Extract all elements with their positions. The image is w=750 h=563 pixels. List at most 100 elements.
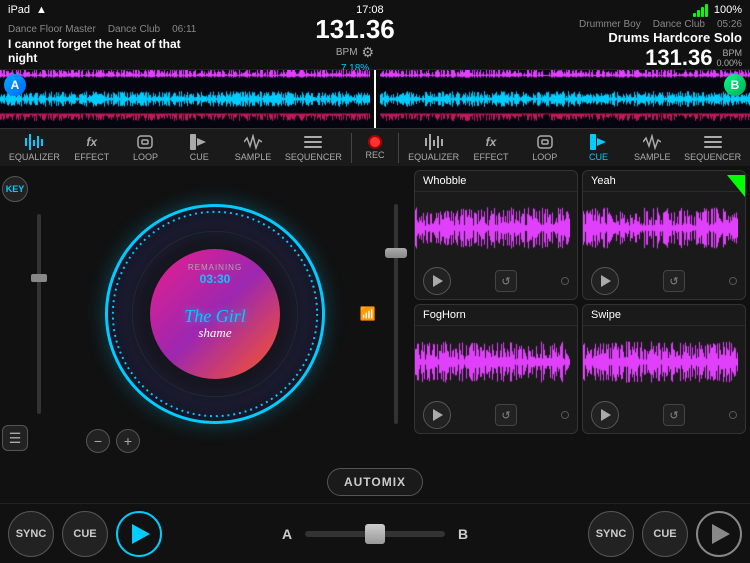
sample-pad-swipe[interactable]: Swipe ↺ (582, 304, 746, 434)
crossfader-track[interactable] (305, 531, 445, 537)
sample-loop-whobble[interactable]: ↺ (495, 270, 517, 292)
right-bpm-value: 131.36 (645, 45, 712, 71)
transport-center: A B (208, 526, 542, 542)
toolbar-loop-left[interactable]: LOOP (123, 133, 167, 162)
sample-name-foghorn: FogHorn (415, 305, 577, 326)
signal-bars (693, 3, 708, 17)
wireless-icon: 📶 (360, 306, 376, 322)
sample-play-whobble[interactable] (423, 267, 451, 295)
effect-label-right: EFFECT (473, 152, 508, 162)
sample-play-yeah[interactable] (591, 267, 619, 295)
toolbar-effect-right[interactable]: fx EFFECT (469, 133, 513, 162)
toolbar-equalizer-left[interactable]: EQUALIZER (9, 133, 60, 162)
bpm-label: BPM (336, 47, 358, 58)
play-button-right[interactable] (696, 511, 742, 557)
sample-dot-foghorn (561, 411, 569, 419)
sample-label-left: SAMPLE (235, 152, 272, 162)
sample-loop-swipe[interactable]: ↺ (663, 404, 685, 426)
loop-label-right: LOOP (532, 152, 557, 162)
sample-dot-yeah (729, 277, 737, 285)
turntable[interactable]: REMAINING 03:30 The Girl shame (105, 204, 325, 424)
minus-button[interactable]: − (86, 429, 110, 453)
toolbar-sequencer-right[interactable]: SEQUENCER (684, 133, 741, 162)
effect-icon-right: fx (481, 133, 501, 151)
toolbar-loop-right[interactable]: LOOP (523, 133, 567, 162)
sample-loop-foghorn[interactable]: ↺ (495, 404, 517, 426)
right-track-title: Drums Hardcore Solo (608, 30, 742, 45)
left-subgenre: Dance Club (108, 24, 160, 35)
settings-icon[interactable]: ⚙ (362, 44, 375, 61)
crossfader-handle[interactable] (365, 524, 385, 544)
list-button[interactable]: ☰ (2, 425, 28, 451)
turntable-area: REMAINING 03:30 The Girl shame − + 📶 (48, 166, 382, 461)
deck-badge-b: B (724, 74, 746, 96)
cue-label-right: CUE (589, 152, 608, 162)
toolbar-cue-right[interactable]: CUE (577, 133, 621, 162)
toolbar-rec[interactable]: REC (352, 135, 399, 160)
sample-pad-whobble[interactable]: Whobble ↺ (414, 170, 578, 300)
play-button-left[interactable] (116, 511, 162, 557)
toolbar-left: EQUALIZER fx EFFECT LOOP CUE SAMPLE (0, 133, 351, 162)
sample-waveform-whobble (415, 192, 577, 263)
waveform-center-line (374, 70, 376, 128)
status-right: 100% (693, 3, 742, 17)
deck-b-label: B (453, 526, 473, 542)
equalizer-icon-right (424, 133, 444, 151)
sample-loop-yeah[interactable]: ↺ (663, 270, 685, 292)
remaining-label: REMAINING (188, 263, 242, 272)
toolbar-equalizer-right[interactable]: EQUALIZER (408, 133, 459, 162)
toolbar-sample-left[interactable]: SAMPLE (231, 133, 275, 162)
battery-label: 100% (714, 4, 742, 16)
sample-pad-yeah[interactable]: Yeah ↺ (582, 170, 746, 300)
sample-play-swipe[interactable] (591, 401, 619, 429)
bar2 (697, 10, 700, 17)
wifi-icon: ▲ (36, 4, 47, 16)
deck-left: KEY ☰ REMAINING 03:30 (0, 166, 410, 461)
cue-button-right[interactable]: CUE (642, 511, 688, 557)
sequencer-label-right: SEQUENCER (684, 152, 741, 162)
sample-dot-whobble (561, 277, 569, 285)
plus-button[interactable]: + (116, 429, 140, 453)
key-button[interactable]: KEY (2, 176, 28, 202)
album-art: REMAINING 03:30 The Girl shame (150, 249, 280, 379)
toolbar-cue-left[interactable]: CUE (177, 133, 221, 162)
cue-button-left[interactable]: CUE (62, 511, 108, 557)
sample-name-whobble: Whobble (415, 171, 577, 192)
crossfader-area: A B (277, 526, 473, 542)
volume-fader-left[interactable] (30, 166, 48, 461)
toolbar: EQUALIZER fx EFFECT LOOP CUE SAMPLE (0, 128, 750, 166)
equalizer-icon-left (24, 133, 44, 151)
sampler-row-2: FogHorn ↺ Swipe (414, 304, 746, 434)
sample-pad-foghorn[interactable]: FogHorn ↺ (414, 304, 578, 434)
toolbar-right: EQUALIZER fx EFFECT LOOP CUE SAMPLE (399, 133, 750, 162)
sample-icon-right (642, 133, 662, 151)
sample-controls-whobble: ↺ (415, 263, 577, 299)
channel-fader-left[interactable] (382, 166, 410, 461)
sample-play-foghorn[interactable] (423, 401, 451, 429)
automix-button[interactable]: AUTOMIX (327, 468, 423, 496)
equalizer-label-left: EQUALIZER (9, 152, 60, 162)
device-label: iPad (8, 4, 30, 16)
toolbar-effect-left[interactable]: fx EFFECT (70, 133, 114, 162)
sample-wave-canvas-foghorn (415, 337, 570, 387)
sequencer-icon-right (703, 133, 723, 151)
bpm-value: 131.36 (315, 16, 395, 42)
automix-row: AUTOMIX (0, 461, 750, 503)
waveform-left (0, 70, 370, 128)
sequencer-label-left: SEQUENCER (285, 152, 342, 162)
sample-controls-foghorn: ↺ (415, 397, 577, 433)
play-triangle-left (132, 524, 150, 544)
sample-waveform-foghorn (415, 326, 577, 397)
toolbar-sequencer-left[interactable]: SEQUENCER (285, 133, 342, 162)
bar4 (705, 4, 708, 17)
sample-name-yeah: Yeah (583, 171, 745, 192)
sequencer-icon-left (303, 133, 323, 151)
main-header: Dance Floor Master Dance Club 06:11 I ca… (0, 20, 750, 70)
toolbar-sample-right[interactable]: SAMPLE (630, 133, 674, 162)
sync-button-right[interactable]: SYNC (588, 511, 634, 557)
left-track-title: I cannot forget the heat of that night (8, 37, 212, 65)
right-bpm-label: BPM (716, 48, 742, 58)
sync-button-left[interactable]: SYNC (8, 511, 54, 557)
header-right: Drummer Boy Dance Club 05:26 Drums Hardc… (490, 20, 750, 69)
sample-label-right: SAMPLE (634, 152, 671, 162)
